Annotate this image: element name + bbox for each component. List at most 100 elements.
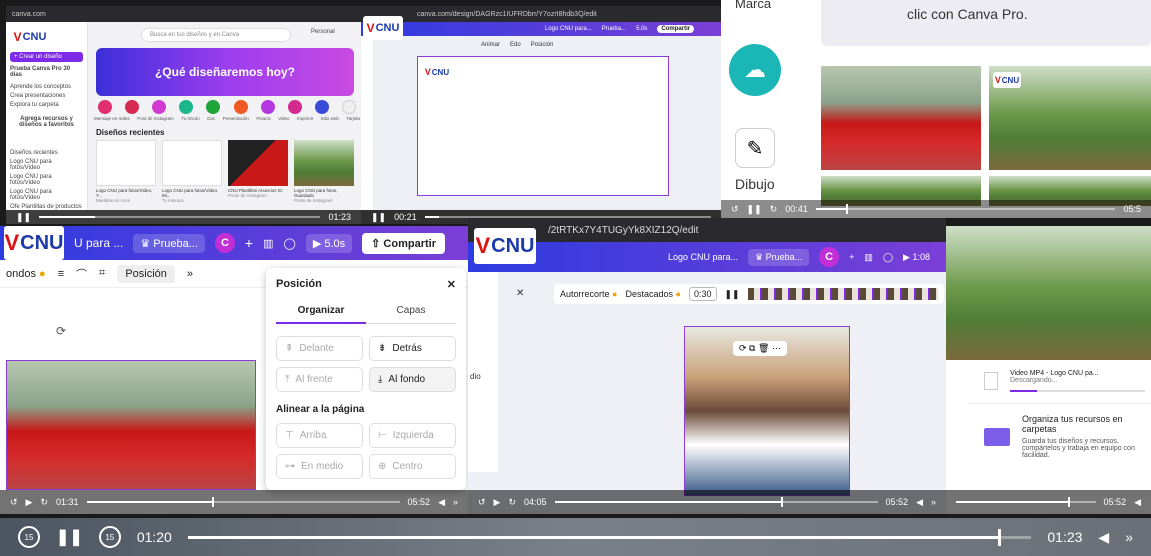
- play-icon[interactable]: ❚❚: [371, 212, 386, 223]
- chart-icon[interactable]: ▥: [864, 252, 873, 263]
- skip-back-icon[interactable]: ↺: [478, 497, 486, 508]
- volume-icon[interactable]: ◀: [916, 497, 923, 508]
- share-button[interactable]: ⇧ Compartir: [362, 232, 445, 254]
- shortcut-more[interactable]: [341, 100, 356, 114]
- design-card[interactable]: [162, 140, 222, 186]
- create-design-button[interactable]: + Crear un diseño: [10, 52, 83, 62]
- progress-bar[interactable]: [815, 204, 1116, 214]
- layer-front-button[interactable]: ⤒ Al frente: [276, 367, 363, 392]
- draw-pen-icon[interactable]: ✎: [735, 128, 775, 168]
- cnu-logo[interactable]: V CNU: [474, 228, 536, 264]
- pause-icon[interactable]: ❚❚: [725, 289, 740, 300]
- forward-icon[interactable]: »: [1125, 529, 1133, 545]
- skip-forward-icon[interactable]: ↻: [508, 497, 516, 508]
- clip-time[interactable]: 0:30: [688, 287, 717, 301]
- recent-item[interactable]: Logo CNU para fotos/Video: [10, 159, 83, 171]
- skip-back-icon[interactable]: ↺: [10, 497, 18, 508]
- avatar[interactable]: C: [819, 247, 840, 267]
- forward-icon[interactable]: »: [453, 497, 458, 507]
- close-icon[interactable]: ✕: [516, 288, 524, 299]
- shortcut-web[interactable]: [314, 100, 329, 114]
- more-icon[interactable]: »: [187, 268, 193, 280]
- cnu-logo[interactable]: V CNU: [10, 26, 50, 48]
- shortcut-print[interactable]: [287, 100, 302, 114]
- timeline-strip[interactable]: [747, 288, 938, 300]
- shortcut-whiteboard[interactable]: [233, 100, 248, 114]
- shortcut-video[interactable]: [260, 100, 275, 114]
- account-badge[interactable]: Personal: [311, 29, 335, 35]
- search-input[interactable]: Busca en tus diseños y en Canva: [141, 28, 291, 42]
- toolbar-item[interactable]: Posición: [531, 42, 554, 48]
- align-middle-button[interactable]: ⊶ En medio: [276, 454, 363, 479]
- toolbar-item[interactable]: Animar: [481, 42, 500, 48]
- fondos-label[interactable]: ondos ●: [6, 268, 46, 280]
- shortcut-social[interactable]: [98, 100, 112, 114]
- add-icon[interactable]: +: [245, 235, 253, 251]
- design-card[interactable]: [228, 140, 288, 186]
- photo-trees[interactable]: V CNU: [989, 66, 1151, 170]
- crop-icon[interactable]: ⌗: [99, 267, 105, 280]
- design-card[interactable]: [294, 140, 354, 186]
- shortcut-presentation[interactable]: [206, 100, 221, 114]
- forward-icon[interactable]: »: [931, 497, 936, 507]
- trial-pill[interactable]: ♛ Prueba...: [748, 248, 810, 266]
- play-icon[interactable]: ▶: [26, 497, 33, 508]
- play-icon[interactable]: ▶: [494, 497, 501, 508]
- photo-dancers[interactable]: [821, 66, 981, 170]
- shortcut-you[interactable]: [152, 100, 167, 114]
- shortcut-doc[interactable]: [179, 100, 194, 114]
- close-icon[interactable]: ✕: [447, 278, 456, 291]
- align-top-button[interactable]: ⊤ Arriba: [276, 423, 363, 448]
- play-button[interactable]: ▶ 1:08: [903, 252, 930, 263]
- url-text[interactable]: /2tRTKx7Y4TUGyYk8XIZ12Q/edit: [548, 225, 698, 236]
- position-button[interactable]: Posición: [117, 264, 175, 283]
- play-button[interactable]: ▶ 5.0s: [305, 233, 353, 253]
- volume-icon[interactable]: ◀: [1098, 529, 1109, 546]
- avatar[interactable]: C: [214, 233, 235, 253]
- progress-bar[interactable]: [956, 497, 1096, 507]
- canvas-page[interactable]: V CNU: [417, 56, 669, 196]
- canvas-video[interactable]: ⟳ ⧉ 🗑 ⋯: [684, 326, 850, 496]
- comment-icon[interactable]: ◯: [284, 237, 296, 250]
- recent-item[interactable]: Logo CNU para fotos/Video: [10, 189, 83, 201]
- menu-icon[interactable]: ≡: [58, 268, 64, 280]
- canvas-photo[interactable]: [6, 360, 256, 490]
- volume-icon[interactable]: ◀: [1134, 497, 1141, 508]
- url-text[interactable]: canva.com: [12, 11, 46, 18]
- sidebar-item[interactable]: Aprende los conceptos: [10, 84, 83, 90]
- pause-icon[interactable]: ❚❚: [747, 204, 762, 215]
- layer-backward-button[interactable]: ⇟ Detrás: [369, 336, 456, 361]
- pause-button[interactable]: ❚❚: [56, 527, 83, 547]
- skip-back-icon[interactable]: ↺: [731, 204, 739, 215]
- cnu-logo[interactable]: V CNU: [4, 226, 64, 260]
- volume-icon[interactable]: ◀: [438, 497, 445, 508]
- design-card[interactable]: [96, 140, 156, 186]
- align-center-button[interactable]: ⊕ Centro: [369, 454, 456, 479]
- tab-organizar[interactable]: Organizar: [276, 305, 366, 324]
- title-tab[interactable]: Logo CNU para...: [668, 252, 738, 262]
- align-left-button[interactable]: ⊢ Izquierda: [369, 423, 456, 448]
- main-progress-bar[interactable]: [187, 528, 1032, 546]
- skip-forward-button[interactable]: 15: [98, 526, 121, 548]
- sidebar-item[interactable]: Explora tu carpeta: [10, 102, 83, 108]
- add-icon[interactable]: +: [849, 252, 854, 262]
- progress-bar[interactable]: [86, 497, 400, 507]
- trial-pill[interactable]: Prueba...: [602, 26, 626, 32]
- recent-item[interactable]: Logo CNU para fotos/Video: [10, 174, 83, 186]
- autorecorte-button[interactable]: Autorrecorte ●: [560, 289, 617, 299]
- curve-icon[interactable]: ⌒: [76, 266, 87, 282]
- sidebar-item[interactable]: Crea presentaciones: [10, 93, 83, 99]
- skip-forward-icon[interactable]: ↻: [770, 204, 778, 215]
- rotate-icon[interactable]: ⟳: [56, 324, 66, 338]
- progress-bar[interactable]: [554, 497, 878, 507]
- tab-capas[interactable]: Capas: [366, 305, 456, 324]
- layer-back-button[interactable]: ⤓ Al fondo: [369, 367, 456, 392]
- trial-pill[interactable]: ♛ Prueba...: [133, 233, 205, 253]
- progress-bar[interactable]: [39, 216, 321, 218]
- skip-forward-icon[interactable]: ↻: [40, 497, 48, 508]
- play-icon[interactable]: ❚❚: [16, 212, 31, 223]
- share-button[interactable]: Compartir: [657, 25, 695, 33]
- trial-link[interactable]: Prueba Canva Pro 30 días: [10, 66, 83, 78]
- main-progress-knob[interactable]: [997, 528, 1001, 546]
- shortcut-instagram[interactable]: [125, 100, 140, 114]
